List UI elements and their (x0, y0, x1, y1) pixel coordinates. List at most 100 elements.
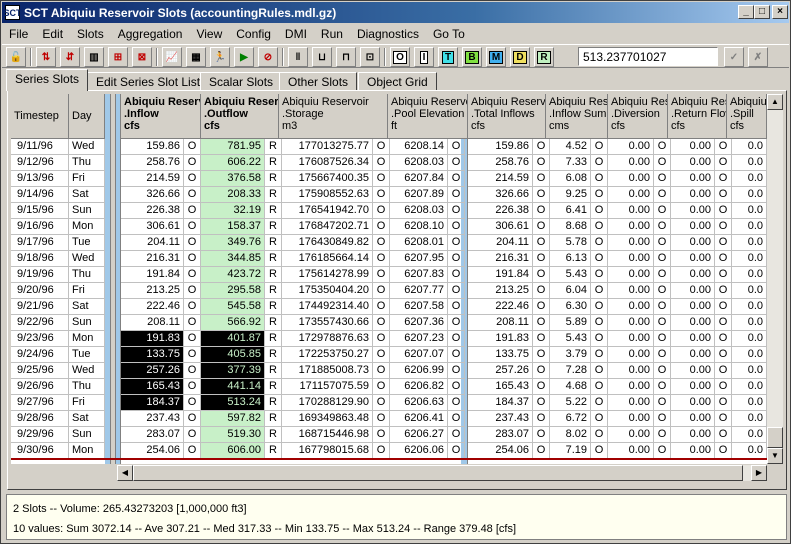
flag-cell[interactable]: O (448, 427, 465, 443)
value-cell[interactable]: 6207.58 (388, 299, 448, 315)
flag-cell[interactable]: O (591, 235, 608, 251)
value-cell[interactable]: 222.46 (121, 299, 184, 315)
value-cell[interactable]: 0.00 (668, 315, 715, 331)
value-cell[interactable]: 0.00 (608, 299, 654, 315)
header-total-inflows[interactable]: Abiquiu Reservoir .Total Inflows cfs (468, 94, 546, 139)
flag-cell[interactable]: O (591, 331, 608, 347)
value-cell[interactable]: 0.00 (608, 203, 654, 219)
menu-file[interactable]: File (2, 27, 35, 41)
value-cell[interactable]: 6207.07 (388, 347, 448, 363)
header-outflow[interactable]: Abiquiu Reservoir .Outflow cfs (201, 94, 279, 139)
value-cell[interactable]: 0.0 (727, 315, 767, 331)
day-cell[interactable]: Mon (69, 443, 105, 459)
flag-t-button[interactable]: T (438, 47, 458, 67)
header-inflow-sum[interactable]: Abiquiu Reservoir .Inflow Sum cms (546, 94, 608, 139)
timestep-cell[interactable]: 9/25/96 (11, 363, 69, 379)
day-cell[interactable]: Wed (69, 251, 105, 267)
value-cell[interactable]: 566.92 (201, 315, 265, 331)
value-cell[interactable]: 0.00 (668, 219, 715, 235)
flag-cell[interactable]: O (184, 443, 201, 459)
value-cell[interactable]: 326.66 (121, 187, 184, 203)
day-cell[interactable]: Fri (69, 395, 105, 411)
value-cell[interactable]: 0.0 (727, 139, 767, 155)
flag-cell[interactable]: O (184, 363, 201, 379)
value-cell[interactable]: 191.84 (121, 267, 184, 283)
value-cell[interactable]: 0.0 (727, 267, 767, 283)
flag-cell[interactable]: O (591, 139, 608, 155)
menu-diagnostics[interactable]: Diagnostics (350, 27, 426, 41)
flag-cell[interactable]: O (448, 299, 465, 315)
flag-cell[interactable]: O (448, 347, 465, 363)
value-cell[interactable]: 254.06 (121, 443, 184, 459)
day-cell[interactable]: Sun (69, 203, 105, 219)
menu-view[interactable]: View (189, 27, 229, 41)
value-cell[interactable]: 216.31 (121, 251, 184, 267)
value-cell[interactable]: 6.08 (546, 171, 591, 187)
value-cell[interactable]: 0.0 (727, 283, 767, 299)
flag-cell[interactable]: O (448, 171, 465, 187)
value-cell[interactable]: 176430849.82 (279, 235, 373, 251)
value-cell[interactable]: 0.00 (668, 283, 715, 299)
flag-cell[interactable]: O (448, 203, 465, 219)
flag-cell[interactable]: O (448, 267, 465, 283)
value-cell[interactable]: 0.0 (727, 347, 767, 363)
flag-cell[interactable]: O (591, 283, 608, 299)
value-cell[interactable]: 6207.89 (388, 187, 448, 203)
value-cell[interactable]: 0.00 (668, 331, 715, 347)
flag-cell[interactable]: O (448, 139, 465, 155)
flag-cell[interactable]: O (591, 411, 608, 427)
flag-cell[interactable]: O (184, 203, 201, 219)
timestep-cell[interactable]: 9/28/96 (11, 411, 69, 427)
timestep-cell[interactable]: 9/22/96 (11, 315, 69, 331)
header-inflow[interactable]: Abiquiu Reservoir .Inflow cfs (121, 94, 201, 139)
value-cell[interactable]: 165.43 (468, 379, 533, 395)
value-cell[interactable]: 0.00 (608, 251, 654, 267)
value-cell[interactable]: 441.14 (201, 379, 265, 395)
value-cell[interactable]: 0.00 (668, 299, 715, 315)
value-cell[interactable]: 173557430.66 (279, 315, 373, 331)
play-icon[interactable]: ▶ (234, 47, 254, 67)
value-cell[interactable]: 7.33 (546, 155, 591, 171)
value-cell[interactable]: 184.37 (468, 395, 533, 411)
flag-cell[interactable]: O (591, 395, 608, 411)
value-cell[interactable]: 176541942.70 (279, 203, 373, 219)
value-cell[interactable]: 5.43 (546, 331, 591, 347)
menu-goto[interactable]: Go To (426, 27, 472, 41)
timestep-cell[interactable]: 9/11/96 (11, 139, 69, 155)
value-cell[interactable]: 6.13 (546, 251, 591, 267)
value-cell[interactable]: 191.84 (468, 267, 533, 283)
value-cell[interactable]: 213.25 (468, 283, 533, 299)
timestep-cell[interactable]: 9/24/96 (11, 347, 69, 363)
flag-cell[interactable]: O (448, 251, 465, 267)
timestep-cell[interactable]: 9/14/96 (11, 187, 69, 203)
timestep-cell[interactable]: 9/26/96 (11, 379, 69, 395)
value-cell[interactable]: 0.0 (727, 235, 767, 251)
flag-cell[interactable]: O (448, 155, 465, 171)
flag-cell[interactable]: O (591, 443, 608, 459)
flag-cell[interactable]: O (448, 443, 465, 459)
value-cell[interactable]: 9.25 (546, 187, 591, 203)
value-cell[interactable]: 0.00 (608, 283, 654, 299)
value-cell[interactable]: 175667400.35 (279, 171, 373, 187)
value-cell[interactable]: 0.00 (608, 411, 654, 427)
value-cell[interactable]: 8.68 (546, 219, 591, 235)
value-cell[interactable]: 0.00 (608, 363, 654, 379)
flag-cell[interactable]: O (448, 363, 465, 379)
value-cell[interactable]: 214.59 (121, 171, 184, 187)
value-cell[interactable]: 6207.36 (388, 315, 448, 331)
value-cell[interactable]: 0.0 (727, 363, 767, 379)
value-cell[interactable]: 401.87 (201, 331, 265, 347)
value-cell[interactable]: 4.68 (546, 379, 591, 395)
flag-cell[interactable]: O (591, 427, 608, 443)
scroll-thumb[interactable] (767, 427, 783, 448)
value-cell[interactable]: 0.00 (608, 219, 654, 235)
stop-icon[interactable]: ⊘ (258, 47, 278, 67)
fit-width-icon[interactable]: ⊔ (312, 47, 332, 67)
menu-dmi[interactable]: DMI (278, 27, 314, 41)
fit-height-icon[interactable]: ⊓ (336, 47, 356, 67)
timestep-cell[interactable]: 9/30/96 (11, 443, 69, 459)
timestep-cell[interactable]: 9/29/96 (11, 427, 69, 443)
value-cell[interactable]: 6.04 (546, 283, 591, 299)
value-cell[interactable]: 6208.01 (388, 235, 448, 251)
value-cell[interactable]: 6206.82 (388, 379, 448, 395)
